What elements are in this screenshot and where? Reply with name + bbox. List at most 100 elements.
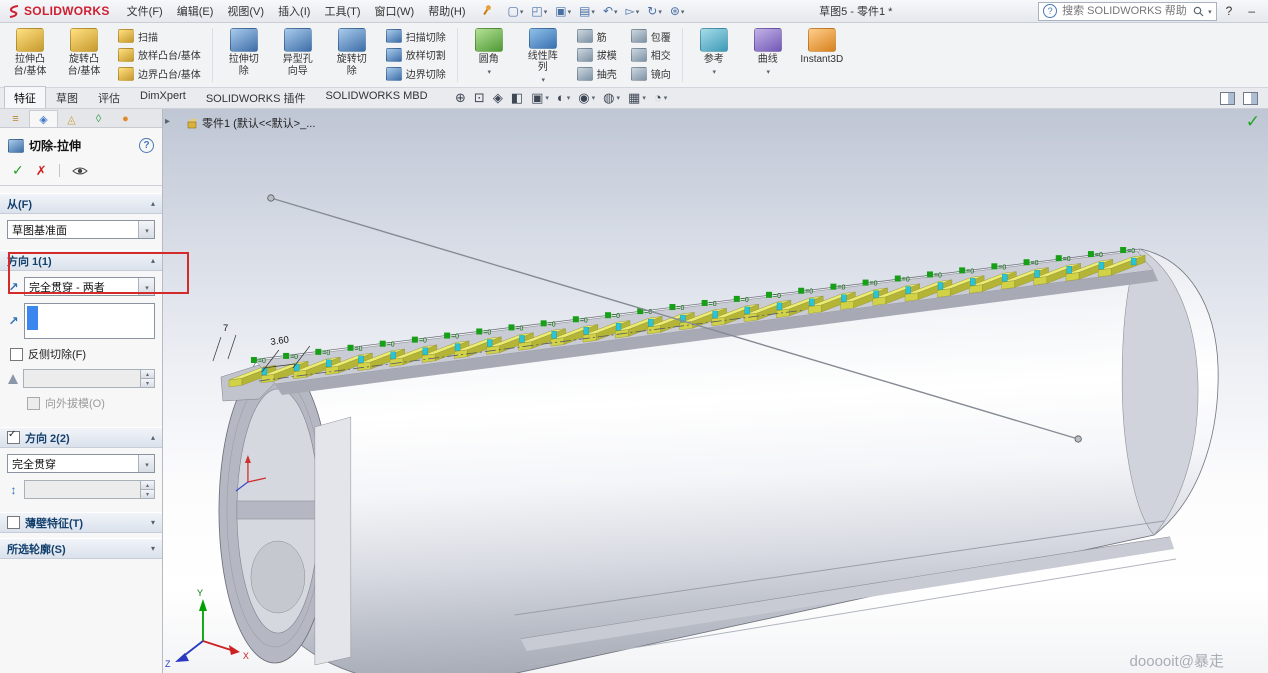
spin-down-icon[interactable]: ▾ bbox=[141, 489, 154, 498]
ribbon-fillet-button[interactable]: 圆角 bbox=[463, 25, 515, 85]
sketch-slot-highlight[interactable] bbox=[1035, 270, 1040, 277]
zoom-fit-button[interactable]: ⊕ bbox=[455, 91, 466, 105]
from-combobox[interactable]: 草图基准面 bbox=[7, 220, 155, 239]
spin-up-icon[interactable]: ▴ bbox=[141, 481, 154, 489]
ribbon-sweep-cut-button[interactable]: 扫描切除 bbox=[384, 29, 448, 44]
help-search-box[interactable]: ? bbox=[1038, 2, 1217, 21]
menu-工具(T)[interactable]: 工具(T) bbox=[317, 1, 367, 21]
sketch-slot-highlight[interactable] bbox=[970, 278, 975, 285]
menu-文件(F)[interactable]: 文件(F) bbox=[120, 1, 170, 21]
ribbon-revolve-boss-button[interactable]: 旋转凸台/基体 bbox=[58, 25, 110, 85]
depth2-input[interactable]: ▴▾ bbox=[24, 480, 155, 499]
search-icon[interactable] bbox=[1193, 6, 1204, 17]
menu-窗口(W)[interactable]: 窗口(W) bbox=[368, 1, 422, 21]
ribbon-ref-geometry-button[interactable]: 参考 bbox=[688, 25, 740, 85]
preview-eye-icon[interactable] bbox=[72, 166, 88, 176]
sketch-slot-highlight[interactable] bbox=[713, 311, 718, 318]
undo-button[interactable]: ↶ bbox=[600, 4, 621, 18]
sketch-slot-highlight[interactable] bbox=[777, 303, 782, 310]
spin-down-icon[interactable]: ▾ bbox=[141, 378, 154, 387]
ribbon-hole-wizard-button[interactable]: 异型孔向导 bbox=[272, 25, 324, 85]
menu-帮助(H)[interactable]: 帮助(H) bbox=[421, 1, 472, 21]
ribbon-intersect-button[interactable]: 相交 bbox=[629, 47, 673, 62]
end-condition2-combobox[interactable]: 完全贯穿 bbox=[7, 454, 155, 473]
ribbon-wrap-button[interactable]: 包覆 bbox=[629, 29, 673, 44]
display-style-button[interactable]: ◐ bbox=[557, 89, 570, 106]
sketch-slot-highlight[interactable] bbox=[358, 356, 363, 363]
sketch-line-endpoint[interactable] bbox=[1075, 436, 1081, 442]
sketch-slot-highlight[interactable] bbox=[519, 335, 524, 342]
menu-编辑(E)[interactable]: 编辑(E) bbox=[170, 1, 221, 21]
tab-SOLIDWORKS 插件[interactable]: SOLIDWORKS 插件 bbox=[196, 86, 316, 108]
options-button[interactable]: ⊛ bbox=[667, 4, 688, 18]
flip-side-checkbox[interactable] bbox=[10, 348, 23, 361]
ribbon-boundary-button[interactable]: 边界凸台/基体 bbox=[116, 66, 203, 81]
direction-arrow-icon[interactable]: ↗ bbox=[7, 280, 20, 294]
featuremanager-tree-tab[interactable]: ≡ bbox=[2, 111, 29, 127]
dimension-7[interactable]: 7 bbox=[213, 323, 236, 361]
combo-dropdown-icon[interactable] bbox=[138, 278, 154, 295]
tab-草图[interactable]: 草图 bbox=[46, 86, 88, 108]
section-view-button[interactable]: ◧ bbox=[511, 91, 523, 105]
sketch-slot-highlight[interactable] bbox=[487, 339, 492, 346]
sketch-slot-highlight[interactable] bbox=[938, 282, 943, 289]
previous-view-button[interactable]: ◈ bbox=[493, 91, 503, 105]
rebuild-button[interactable]: ↻ bbox=[644, 4, 665, 18]
minimize-button[interactable]: – bbox=[1241, 4, 1262, 18]
tab-评估[interactable]: 评估 bbox=[88, 86, 130, 108]
ribbon-sweep-button[interactable]: 扫描 bbox=[116, 29, 203, 44]
section-selected-contours-header[interactable]: 所选轮廓(S) bbox=[0, 538, 162, 559]
end-condition1-combobox[interactable]: 完全贯穿 - 两者 bbox=[24, 277, 155, 296]
ribbon-curves-button[interactable]: 曲线 bbox=[742, 25, 794, 85]
graphics-area[interactable]: =0=0=0=0=0=0=0=0=0=0=0=0=0=0=0=0=0=0=0=0… bbox=[163, 109, 1268, 673]
direction2-checkbox[interactable] bbox=[7, 431, 20, 444]
ribbon-revolve-cut-button[interactable]: 旋转切除 bbox=[326, 25, 378, 85]
combo-dropdown-icon[interactable] bbox=[138, 221, 154, 238]
ribbon-linear-pattern-button[interactable]: 线性阵列 bbox=[517, 25, 569, 85]
ribbon-boundary-cut-button[interactable]: 边界切除 bbox=[384, 66, 448, 81]
sketch-slot-highlight[interactable] bbox=[648, 319, 653, 326]
property-manager-tab[interactable]: ◈ bbox=[29, 110, 58, 127]
sketch-line-endpoint[interactable] bbox=[268, 195, 274, 201]
configuration-manager-tab[interactable]: ◬ bbox=[58, 111, 85, 127]
select-button[interactable]: ▻ bbox=[623, 4, 643, 18]
draft-outward-checkbox[interactable] bbox=[27, 397, 40, 410]
pin-icon[interactable] bbox=[477, 2, 493, 20]
sketch-slot-highlight[interactable] bbox=[552, 331, 557, 338]
sketch-slot-highlight[interactable] bbox=[841, 295, 846, 302]
print-button[interactable]: ▤ bbox=[576, 4, 598, 18]
sketch-slot-highlight[interactable] bbox=[906, 287, 911, 294]
sketch-slot-highlight[interactable] bbox=[1099, 262, 1104, 269]
hide-show-items-button[interactable]: ◉ bbox=[578, 89, 595, 106]
spin-up-icon[interactable]: ▴ bbox=[141, 370, 154, 378]
sketch-slot-highlight[interactable] bbox=[874, 291, 879, 298]
ribbon-draft-button[interactable]: 拔模 bbox=[575, 47, 619, 62]
dimxpert-manager-tab[interactable]: ◊ bbox=[85, 111, 112, 127]
tab-特征[interactable]: 特征 bbox=[4, 86, 46, 108]
sketch-slot-highlight[interactable] bbox=[1131, 258, 1136, 265]
ribbon-loft-button[interactable]: 放样凸台/基体 bbox=[116, 47, 203, 62]
ok-button[interactable]: ✓ bbox=[12, 162, 24, 179]
thin-feature-checkbox[interactable] bbox=[7, 516, 20, 529]
pm-help-icon[interactable]: ? bbox=[139, 138, 154, 153]
ribbon-mirror-button[interactable]: 镜向 bbox=[629, 66, 673, 81]
combo-dropdown-icon[interactable] bbox=[138, 455, 154, 472]
direction-reference-icon[interactable]: ↗ bbox=[7, 314, 20, 328]
draft-icon[interactable] bbox=[8, 374, 18, 384]
edit-appearance-button[interactable]: ◍ bbox=[603, 89, 620, 106]
open-button[interactable]: ◰ bbox=[528, 4, 550, 18]
menu-视图(V)[interactable]: 视图(V) bbox=[220, 1, 271, 21]
tab-SOLIDWORKS MBD[interactable]: SOLIDWORKS MBD bbox=[315, 86, 437, 108]
help-button[interactable]: ? bbox=[1219, 4, 1240, 18]
zoom-area-button[interactable]: ⊡ bbox=[474, 91, 485, 105]
display-manager-tab[interactable]: ● bbox=[112, 111, 139, 127]
sketch-slot-highlight[interactable] bbox=[1002, 274, 1007, 281]
section-from-header[interactable]: 从(F) bbox=[0, 193, 162, 214]
sketch-slot-highlight[interactable] bbox=[809, 299, 814, 306]
section-direction1-header[interactable]: 方向 1(1) bbox=[0, 250, 162, 271]
ribbon-instant3d-button[interactable]: Instant3D bbox=[796, 25, 848, 85]
apply-scene-button[interactable]: ▦ bbox=[628, 89, 646, 106]
confirmation-corner-ok-button[interactable] bbox=[1246, 112, 1260, 132]
direction1-selection-box[interactable] bbox=[24, 303, 155, 339]
sketch-slot-highlight[interactable] bbox=[391, 352, 396, 359]
